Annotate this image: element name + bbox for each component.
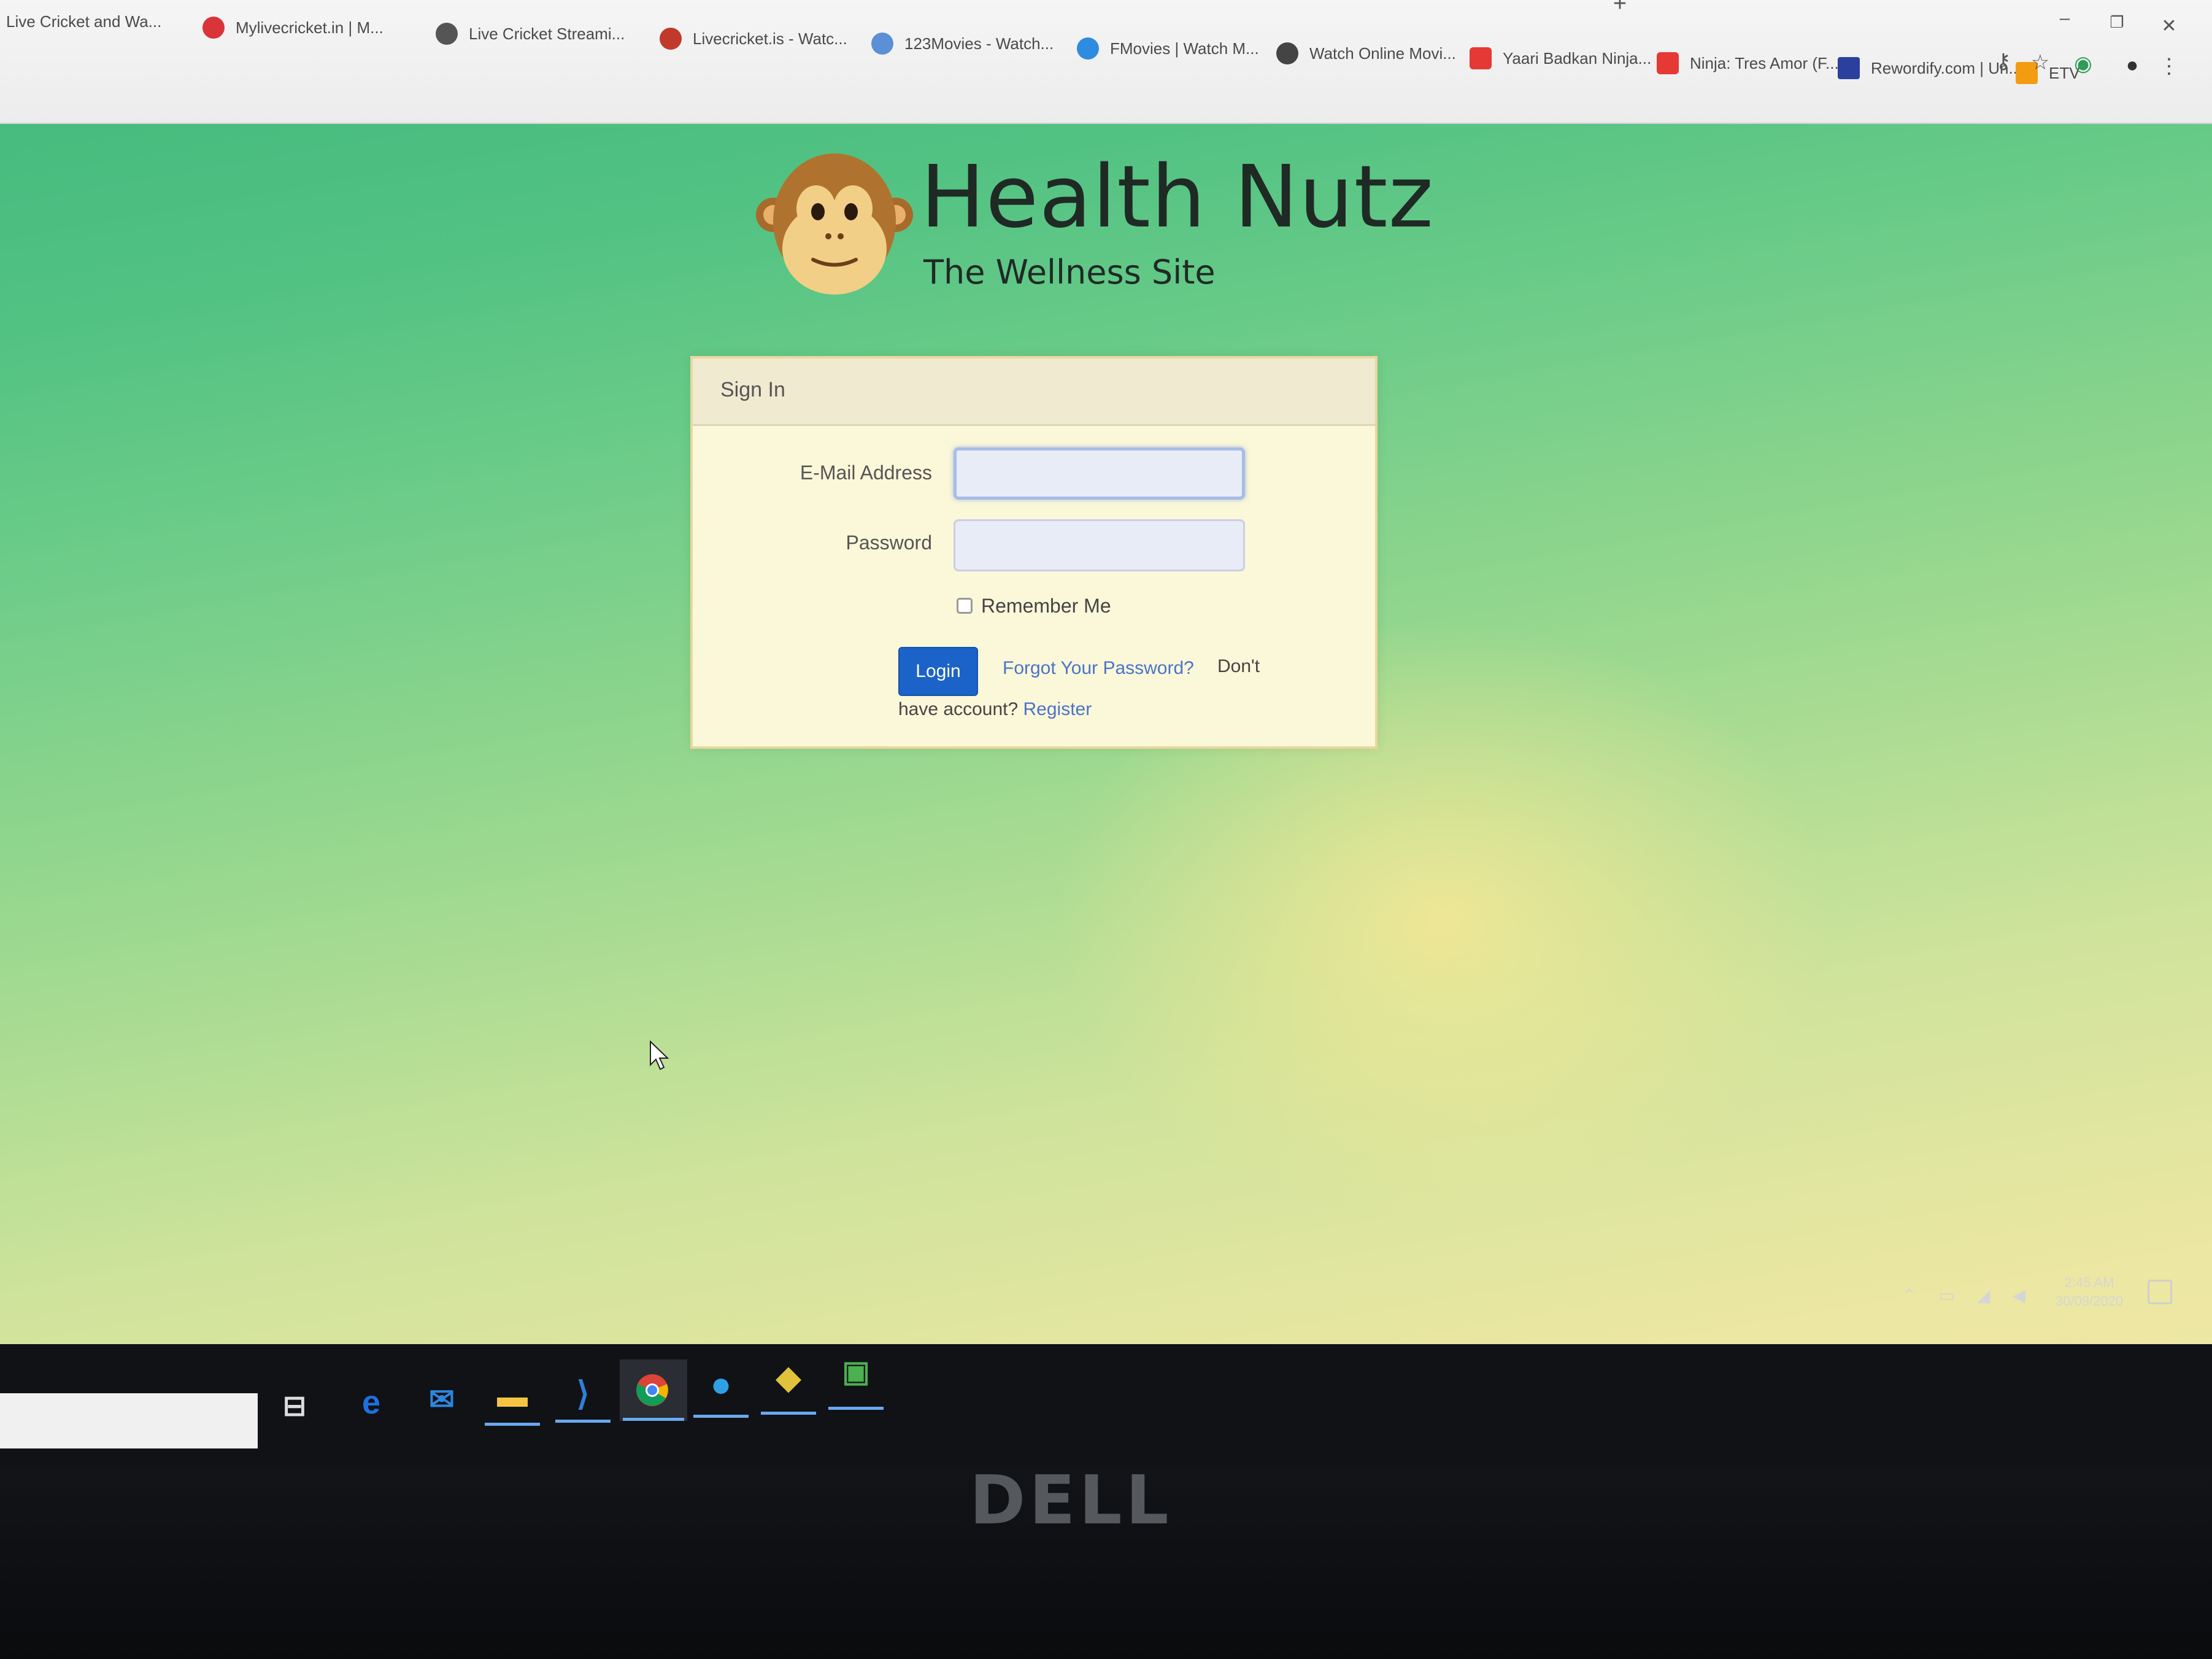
battery-icon[interactable]: ▭ [1938, 1285, 1954, 1305]
bookmark-item[interactable]: Livecricket.is - Watc... [660, 17, 847, 60]
file-explorer-running-indicator [485, 1423, 540, 1426]
site-subtitle: The Wellness Site [923, 253, 1216, 292]
have-account-text: have account? [898, 699, 1019, 719]
have-account-line: have account? Register [898, 699, 1092, 720]
task-view-icon[interactable]: ⊟ [273, 1384, 316, 1427]
forgot-password-link[interactable]: Forgot Your Password? [1003, 658, 1194, 679]
bookmark-item[interactable]: Watch Online Movi... [1276, 32, 1456, 75]
key-icon[interactable]: ⚷ [1991, 49, 2016, 74]
wifi-icon[interactable]: ◢ [1977, 1285, 1990, 1305]
bookmark-item[interactable]: Yaari Badkan Ninja... [1470, 37, 1651, 80]
remember-me-label: Remember Me [981, 595, 1111, 617]
youtube-icon [1470, 47, 1492, 69]
minimize-icon[interactable]: – [2052, 6, 2077, 31]
clock-time: 2:45 AM [2064, 1275, 2114, 1290]
chrome-running-indicator [623, 1418, 684, 1421]
git-client-icon[interactable]: ◆ [767, 1356, 810, 1399]
bookmark-item[interactable]: Ninja: Tres Amor (F... [1657, 42, 1839, 85]
card-header: Sign In [693, 358, 1375, 426]
avatar[interactable]: ● [2120, 53, 2145, 77]
mail-icon[interactable]: ✉ [420, 1378, 463, 1421]
monitor-brand-logo: DELL [969, 1461, 1173, 1539]
email-label: E-Mail Address [800, 462, 932, 484]
terminal-app-running-indicator [828, 1407, 884, 1410]
chrome-icon[interactable] [631, 1369, 674, 1412]
chevron-up-icon[interactable]: ⌃ [1902, 1285, 1916, 1305]
bookmark-item[interactable]: Live Cricket and Wa... [6, 0, 161, 43]
email-input[interactable] [954, 447, 1245, 500]
signin-card: Sign In E-Mail Address Password Remember… [690, 356, 1378, 749]
taskbar-clock[interactable]: 2:45 AM 30/09/2020 [2056, 1274, 2123, 1310]
terminal-app-icon[interactable]: ▣ [834, 1350, 877, 1393]
password-label: Password [846, 532, 933, 554]
bookmark-item[interactable]: Mylivecricket.in | M... [202, 6, 383, 49]
edge-icon[interactable]: e [350, 1381, 393, 1424]
git-client-running-indicator [761, 1412, 816, 1415]
star-icon[interactable]: ☆ [2028, 50, 2052, 75]
close-icon[interactable]: ✕ [2157, 14, 2181, 38]
bookmark-label: Yaari Badkan Ninja... [1503, 48, 1652, 68]
notifications-icon[interactable] [2148, 1280, 2172, 1304]
taskbar [0, 1344, 2212, 1467]
livecricket-icon [660, 28, 682, 50]
monitor-screen: Live Cricket and Wa... Mylivecricket.in … [0, 0, 2212, 1473]
clock-date: 30/09/2020 [2056, 1293, 2124, 1309]
globe-icon [436, 23, 458, 45]
password-input[interactable] [954, 519, 1245, 571]
bookmark-label: 123Movies - Watch... [904, 34, 1054, 53]
system-tray: ⌃ ▭ ◢ ◀ [1902, 1270, 2025, 1320]
bookmark-label: Live Cricket Streami... [469, 24, 625, 43]
bookmark-item[interactable]: FMovies | Watch M... [1077, 27, 1259, 70]
new-tab-icon[interactable]: + [1608, 0, 1632, 17]
file-explorer-icon[interactable]: ▬ [491, 1375, 534, 1418]
bookmarks-bar: Live Cricket and Wa... Mylivecricket.in … [0, 0, 2212, 124]
extension-icon[interactable]: ◉ [2071, 52, 2095, 76]
monkey-logo [756, 153, 913, 295]
bookmark-label: FMovies | Watch M... [1110, 39, 1259, 58]
volume-icon[interactable]: ◀ [2012, 1285, 2025, 1305]
mylivecricket-icon [202, 17, 225, 39]
bookmark-label: Mylivecricket.in | M... [236, 18, 383, 37]
restore-icon[interactable]: ❐ [2105, 10, 2129, 34]
chrome-logo-icon [636, 1374, 668, 1406]
play-icon [1077, 37, 1099, 60]
film-reel-icon [1276, 42, 1298, 64]
card-title: Sign In [720, 378, 785, 401]
elephant-app-running-indicator [693, 1415, 749, 1418]
bookmark-item[interactable]: Live Cricket Streami... [436, 12, 625, 55]
remember-me-checkbox[interactable] [957, 598, 973, 614]
no-account-text: Don't [1217, 656, 1260, 676]
bookmark-label: Live Cricket and Wa... [6, 12, 162, 31]
bookmark-label: Livecricket.is - Watc... [693, 29, 847, 48]
register-link[interactable]: Register [1023, 699, 1092, 719]
youtube-icon [1657, 52, 1679, 74]
mouse-pointer-icon [650, 1040, 669, 1070]
vscode-running-indicator [555, 1420, 611, 1423]
vscode-icon[interactable]: ⟩ [561, 1372, 604, 1415]
bookmark-label: Ninja: Tres Amor (F... [1690, 53, 1839, 72]
bookmark-item[interactable]: 123Movies - Watch... [871, 22, 1054, 65]
taskbar-search-box[interactable] [0, 1393, 258, 1448]
rewordify-icon [1838, 57, 1860, 79]
bookmark-label: Watch Online Movi... [1309, 44, 1456, 63]
login-button[interactable]: Login [898, 647, 978, 696]
site-title: Health Nutz [920, 147, 1435, 247]
123movies-icon [871, 33, 893, 55]
elephant-app-icon[interactable]: ● [699, 1363, 742, 1406]
menu-icon[interactable]: ⋮ [2157, 54, 2181, 79]
